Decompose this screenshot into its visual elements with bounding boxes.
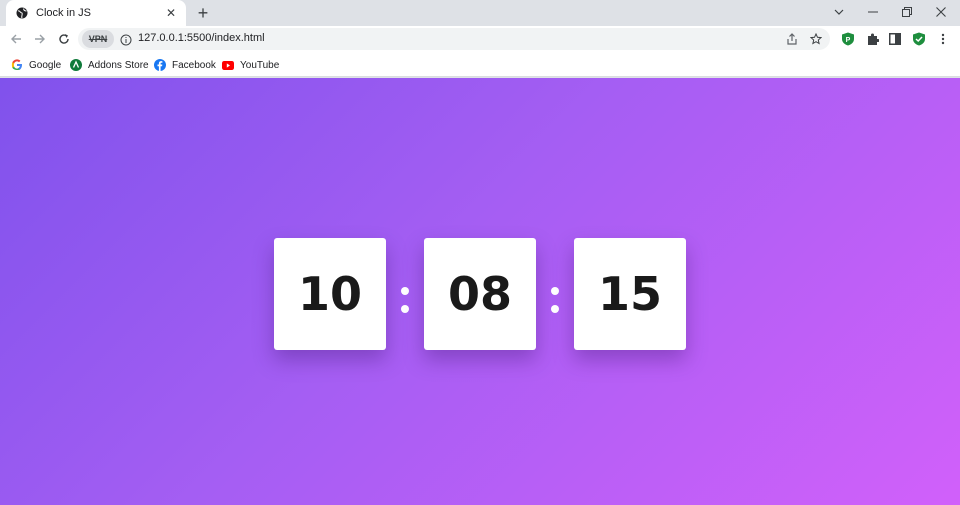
url-text[interactable]: 127.0.0.1:5500/index.html (138, 32, 265, 44)
menu-icon[interactable] (935, 31, 951, 47)
facebook-icon (154, 59, 166, 71)
info-icon[interactable] (120, 33, 132, 46)
shield-check-icon[interactable] (911, 31, 927, 47)
globe-icon (16, 7, 28, 19)
minimize-button[interactable] (856, 0, 890, 24)
vpn-label: VPN (88, 34, 108, 44)
tab-clock-in-js[interactable]: Clock in JS ✕ (6, 0, 186, 26)
clock-page: 10 08 15 (0, 78, 960, 505)
hours-box: 10 (274, 238, 386, 350)
minutes-box: 08 (424, 238, 536, 350)
bookmark-addons-store[interactable]: Addons Store (70, 57, 149, 73)
bookmark-google[interactable]: Google (11, 57, 61, 73)
vpn-button[interactable]: VPN (82, 30, 114, 48)
bookmark-label: Addons Store (88, 59, 149, 71)
youtube-icon (222, 59, 234, 71)
reload-button[interactable] (55, 30, 73, 48)
star-icon[interactable] (808, 31, 824, 47)
shield-p-icon[interactable]: P (840, 31, 856, 47)
tab-title: Clock in JS (36, 7, 92, 19)
tab-search-icon[interactable] (822, 0, 856, 24)
tab-strip: Clock in JS ✕ + (0, 0, 960, 26)
bookmark-youtube[interactable]: YouTube (222, 57, 279, 73)
addons-store-icon (70, 59, 82, 71)
bookmark-label: Facebook (172, 59, 216, 71)
puzzle-icon[interactable] (864, 31, 880, 47)
forward-button[interactable] (31, 30, 49, 48)
bookmark-label: YouTube (240, 59, 280, 71)
share-icon[interactable] (784, 31, 800, 47)
close-window-button[interactable] (924, 0, 958, 24)
new-tab-button[interactable]: + (194, 3, 212, 23)
back-button[interactable] (7, 30, 25, 48)
colon-separator (401, 287, 409, 313)
bookmarks-bar: Google Addons Store Facebook YouTube (0, 52, 960, 77)
minutes-value: 08 (447, 267, 512, 321)
seconds-box: 15 (574, 238, 686, 350)
svg-text:P: P (846, 37, 851, 44)
side-panel-icon[interactable] (887, 31, 903, 47)
browser-toolbar: VPN 127.0.0.1:5500/index.html (0, 26, 960, 52)
bookmark-facebook[interactable]: Facebook (154, 57, 216, 73)
bookmark-label: Google (29, 59, 62, 71)
close-icon[interactable]: ✕ (164, 6, 178, 20)
hours-value: 10 (297, 267, 362, 321)
colon-separator (551, 287, 559, 313)
google-icon (11, 59, 23, 71)
address-bar[interactable]: VPN 127.0.0.1:5500/index.html (78, 28, 830, 50)
seconds-value: 15 (597, 267, 662, 321)
restore-button[interactable] (890, 0, 924, 24)
